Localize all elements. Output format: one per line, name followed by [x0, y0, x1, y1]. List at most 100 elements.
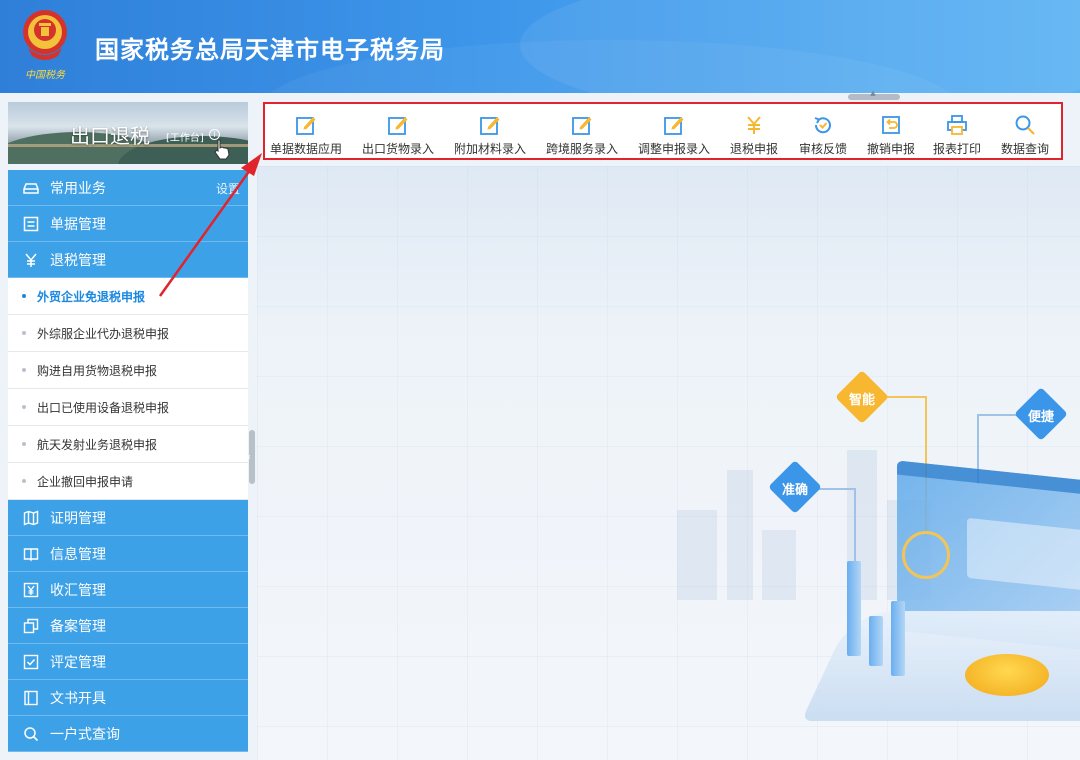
edit-icon [635, 114, 713, 136]
submenu-item-self-use-goods-refund[interactable]: 购进自用货物退税申报 [8, 352, 248, 389]
side-menu: 常用业务 设置 单据管理 退税管理 外贸企业免退税申报 外综服企业代办退税申报 … [8, 170, 248, 752]
connector-line [854, 488, 856, 568]
toolbar-button-cancel-declaration[interactable]: 撤销申报 [859, 114, 923, 158]
menu-item-rating-management[interactable]: 评定管理 [8, 644, 248, 680]
undo-icon [859, 114, 923, 136]
submenu-item-foreign-trade-refund[interactable]: 外贸企业免退税申报 [8, 278, 248, 315]
banner-tag: [工作台] [166, 133, 204, 144]
toolbar-button-refund-declaration[interactable]: 退税申报 [721, 114, 787, 158]
yuan-icon [22, 251, 40, 269]
menu-label: 评定管理 [50, 654, 106, 671]
chevron-up-icon[interactable]: ▲ [868, 90, 878, 97]
submenu-item-aerospace-refund[interactable]: 航天发射业务退税申报 [8, 426, 248, 463]
submenu-label: 购进自用货物退税申报 [37, 363, 158, 378]
menu-label: 单据管理 [50, 216, 106, 233]
menu-label: 文书开具 [50, 690, 106, 707]
search-icon [993, 114, 1057, 136]
pie-illustration [965, 654, 1049, 696]
toolbar-button-data-query[interactable]: 数据查询 [993, 114, 1057, 158]
site-title: 国家税务总局天津市电子税务局 [95, 36, 445, 64]
menu-item-info-management[interactable]: 信息管理 [8, 536, 248, 572]
screen-panel [967, 517, 1080, 591]
bullet-icon [22, 368, 26, 372]
toolbar-button-adjustment-entry[interactable]: 调整申报录入 [635, 114, 713, 158]
toolbar-button-attachment-entry[interactable]: 附加材料录入 [451, 114, 529, 158]
toolbar-button-export-goods-entry[interactable]: 出口货物录入 [359, 114, 437, 158]
toolbar-button-document-data[interactable]: 单据数据应用 [267, 114, 345, 158]
menu-item-common-business[interactable]: 常用业务 设置 [8, 170, 248, 206]
city-skyline [727, 470, 753, 600]
connector-line [886, 396, 926, 398]
submenu-item-withdraw-declaration[interactable]: 企业撤回申报申请 [8, 463, 248, 500]
tax-emblem-icon [23, 10, 67, 60]
tag-label-convenient: 便捷 [1027, 410, 1054, 425]
list-icon [22, 215, 40, 233]
submenu-label: 航天发射业务退税申报 [37, 437, 158, 452]
menu-label: 退税管理 [50, 252, 106, 269]
settings-link[interactable]: 设置 [216, 180, 240, 197]
toolbar-label: 报表打印 [932, 142, 981, 156]
menu-label: 信息管理 [50, 546, 106, 563]
bullet-icon [22, 405, 26, 409]
bullet-icon [22, 294, 26, 298]
toolbar-button-print-report[interactable]: 报表打印 [925, 114, 989, 158]
submenu-item-comprehensive-service-refund[interactable]: 外综服企业代办退税申报 [8, 315, 248, 352]
menu-label: 证明管理 [50, 510, 106, 527]
submenu-item-used-equipment-refund[interactable]: 出口已使用设备退税申报 [8, 389, 248, 426]
app-header: 中国税务 国家税务总局天津市电子税务局 [0, 0, 1080, 93]
bullet-icon [22, 331, 26, 335]
menu-label: 备案管理 [50, 618, 106, 635]
toolbar-label: 跨境服务录入 [545, 142, 618, 156]
toolbar-label: 单据数据应用 [269, 142, 342, 156]
toolbar-label: 撤销申报 [866, 142, 915, 156]
ring-illustration [902, 531, 950, 579]
toolbar-label: 审核反馈 [798, 142, 847, 156]
map-icon [22, 509, 40, 527]
tag-label-accurate: 准确 [781, 483, 808, 498]
workbench-banner[interactable]: 出口退税 [工作台] i [8, 102, 248, 164]
yuan-icon [721, 114, 787, 136]
search-icon [22, 725, 40, 743]
menu-label: 常用业务 [50, 180, 106, 197]
submenu-label: 企业撤回申报申请 [37, 474, 134, 489]
book-icon [22, 545, 40, 563]
yen-box-icon [22, 581, 40, 599]
connector-line [977, 414, 1017, 416]
chevron-left-icon[interactable]: ‹ [247, 452, 251, 463]
menu-item-one-stop-query[interactable]: 一户式查询 [8, 716, 248, 752]
city-skyline [677, 510, 717, 600]
toolbar-label: 数据查询 [1000, 142, 1049, 156]
bullet-icon [22, 479, 26, 483]
bar-illustration [847, 561, 861, 656]
edit-icon [267, 114, 345, 136]
bar-illustration [869, 616, 883, 666]
menu-item-certificate-management[interactable]: 证明管理 [8, 500, 248, 536]
toolbar-label: 出口货物录入 [361, 142, 434, 156]
menu-item-document-management[interactable]: 单据管理 [8, 206, 248, 242]
menu-item-filing-management[interactable]: 备案管理 [8, 608, 248, 644]
bullet-icon [22, 442, 26, 446]
toolbar-label: 退税申报 [729, 142, 778, 156]
function-toolbar: 单据数据应用 出口货物录入 附加材料录入 跨境服务录入 调整申报录入 退税申报 [263, 102, 1063, 160]
toolbar-button-review-feedback[interactable]: 审核反馈 [791, 114, 855, 158]
refresh-check-icon [791, 114, 855, 136]
tag-label-smart: 智能 [848, 393, 875, 408]
print-icon [925, 114, 989, 136]
toolbar-button-cross-border-service-entry[interactable]: 跨境服务录入 [543, 114, 621, 158]
submenu-label: 外贸企业免退税申报 [37, 289, 146, 304]
copy-icon [22, 617, 40, 635]
car-icon [22, 179, 40, 197]
menu-item-refund-management[interactable]: 退税管理 [8, 242, 248, 278]
banner-title: 出口退税 [70, 124, 150, 148]
checkbox-icon [22, 653, 40, 671]
main-content: 智能 便捷 准确 [257, 166, 1080, 760]
toolbar-label: 调整申报录入 [637, 142, 710, 156]
document-icon [22, 689, 40, 707]
edit-icon [543, 114, 621, 136]
sidebar: 出口退税 [工作台] i 常用业务 设置 单据管理 退税管理 外贸企业免退税申报… [8, 100, 248, 752]
hand-cursor-icon [214, 139, 230, 160]
toolbar-label: 附加材料录入 [453, 142, 526, 156]
emblem-caption: 中国税务 [25, 70, 65, 81]
menu-item-document-issuance[interactable]: 文书开具 [8, 680, 248, 716]
menu-item-forex-management[interactable]: 收汇管理 [8, 572, 248, 608]
